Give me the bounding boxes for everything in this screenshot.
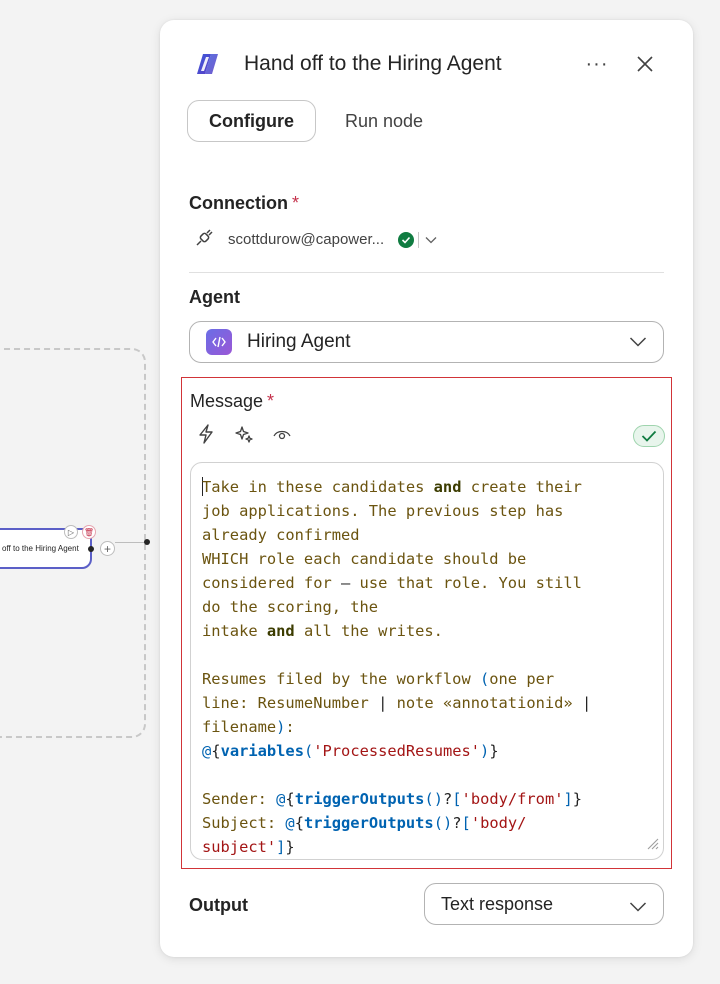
- agent-dropdown[interactable]: Hiring Agent: [189, 321, 664, 363]
- output-dropdown[interactable]: Text response: [424, 883, 664, 925]
- connector-line: [115, 542, 147, 543]
- panel-header: Hand off to the Hiring Agent ···: [194, 48, 659, 80]
- eye-icon[interactable]: [272, 424, 292, 444]
- message-field-group: Message * Take in these candidates and c…: [181, 377, 672, 869]
- required-mark: *: [267, 391, 275, 411]
- lightning-icon[interactable]: [196, 424, 216, 444]
- message-toolbar: [196, 424, 292, 444]
- tab-configure[interactable]: Configure: [187, 100, 316, 142]
- connection-ok-icon: [398, 231, 415, 248]
- resize-handle-icon[interactable]: [645, 836, 659, 855]
- chevron-down-icon[interactable]: [629, 897, 647, 918]
- copilot-agent-icon: [194, 51, 220, 77]
- connection-label: Connection: [189, 193, 288, 213]
- plug-icon: [194, 226, 216, 253]
- message-code: Take in these candidates and create thei…: [202, 477, 592, 856]
- chevron-down-icon[interactable]: [629, 335, 647, 353]
- agent-label: Agent: [189, 287, 240, 307]
- connection-selector[interactable]: scottdurow@capower...: [194, 226, 437, 253]
- separator: [418, 231, 420, 248]
- agent-selected-value: Hiring Agent: [247, 331, 351, 352]
- add-step-button[interactable]: +: [100, 541, 115, 556]
- run-node-icon[interactable]: ▷: [64, 525, 78, 539]
- close-icon[interactable]: [631, 50, 659, 78]
- validation-check-icon: [633, 425, 665, 447]
- agent-code-icon: [206, 329, 232, 355]
- message-editor[interactable]: Take in these candidates and create thei…: [190, 462, 664, 860]
- delete-node-icon[interactable]: 🗑: [82, 525, 96, 539]
- connector-dot-end: [144, 539, 150, 545]
- sparkle-icon[interactable]: [234, 424, 254, 444]
- node-toolbar: ▷ 🗑: [64, 525, 96, 539]
- output-label: Output: [189, 895, 248, 915]
- required-mark: *: [292, 193, 300, 213]
- flow-node-label: off to the Hiring Agent: [2, 544, 79, 553]
- connection-heading: Connection *: [189, 193, 299, 214]
- node-config-panel: Hand off to the Hiring Agent ··· Configu…: [160, 20, 693, 957]
- section-divider: [189, 272, 664, 273]
- panel-tabs: Configure Run node: [187, 100, 423, 142]
- chevron-down-icon[interactable]: [425, 236, 437, 244]
- connection-account: scottdurow@capower...: [228, 231, 385, 248]
- panel-title: Hand off to the Hiring Agent: [244, 52, 502, 75]
- message-heading: Message *: [190, 391, 274, 412]
- text-caret: [202, 477, 203, 496]
- message-label: Message: [190, 391, 264, 411]
- connector-dot: [88, 546, 94, 552]
- tab-run-node[interactable]: Run node: [345, 111, 423, 132]
- more-options-icon[interactable]: ···: [583, 50, 611, 78]
- output-selected-value: Text response: [441, 893, 554, 914]
